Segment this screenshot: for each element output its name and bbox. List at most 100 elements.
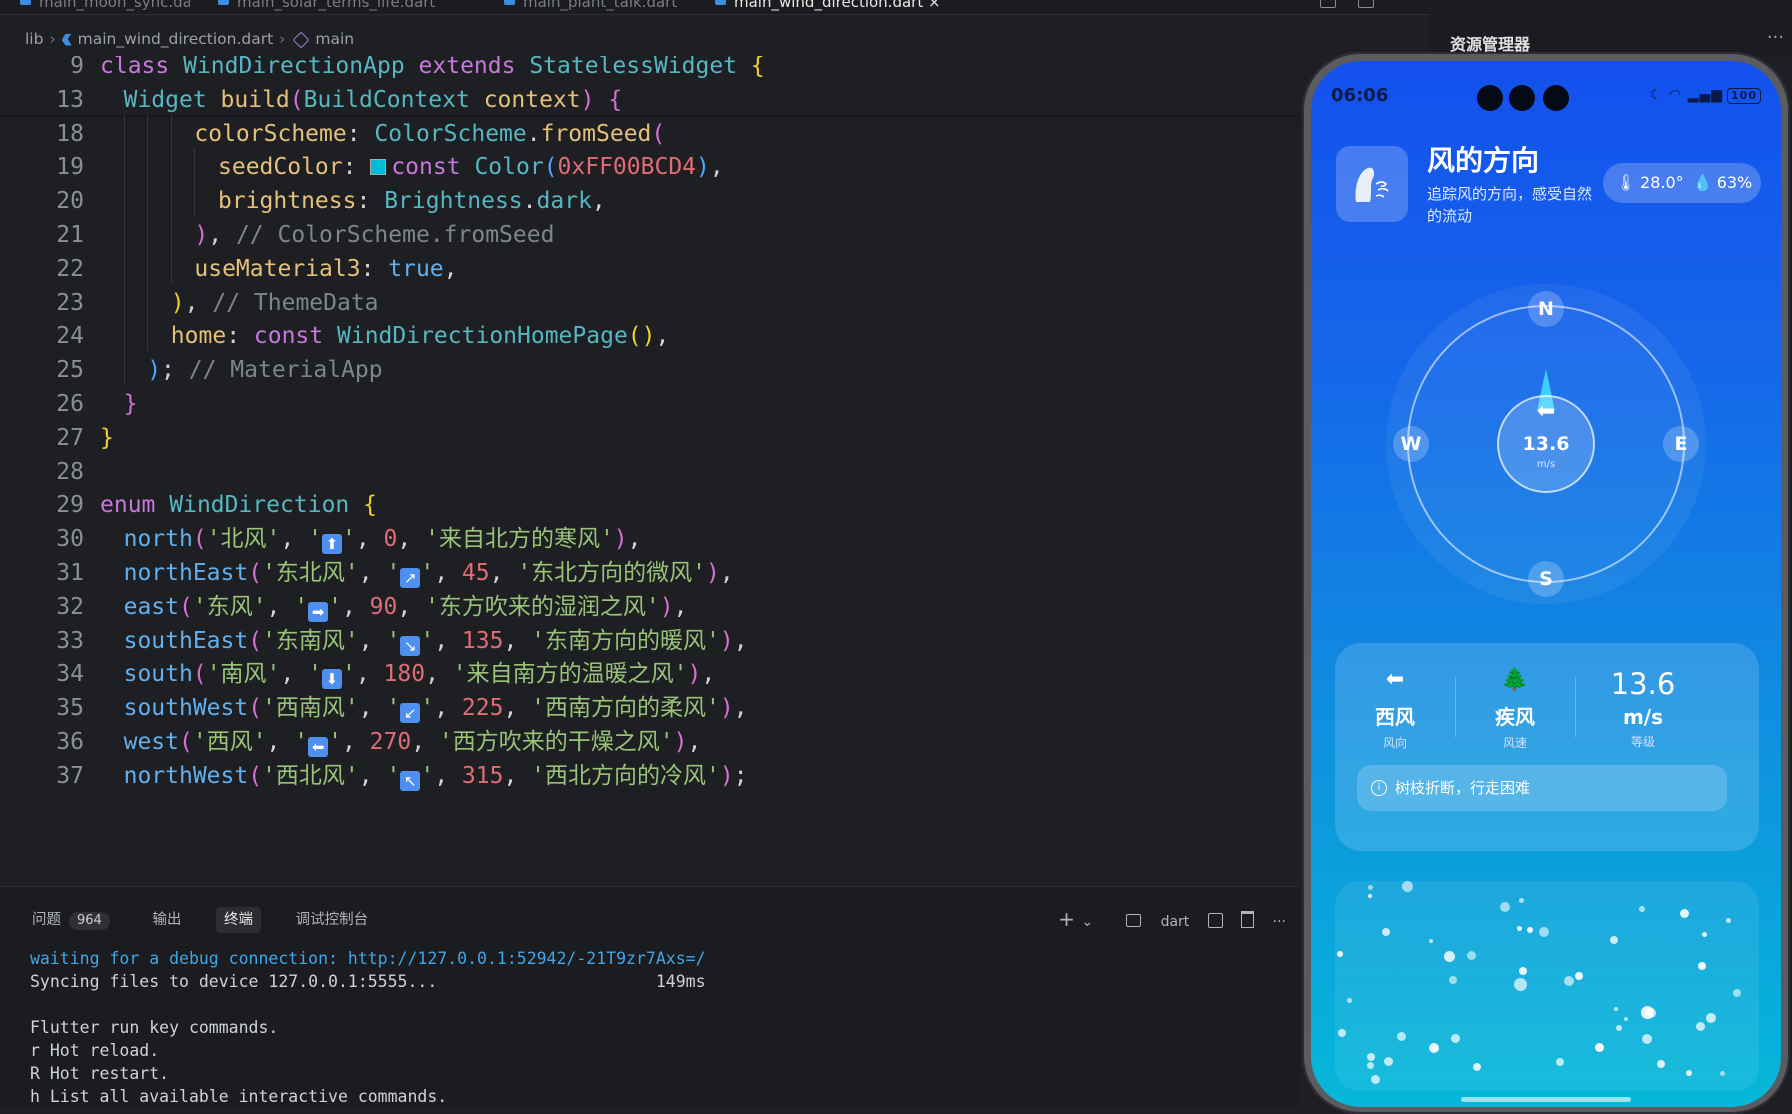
tab-main-solar-terms-life[interactable]: main_solar_terms_life.dart (218, 0, 468, 14)
tab-problems[interactable]: 问题 964 (24, 907, 118, 933)
symbol-method-icon (292, 31, 310, 48)
code-text: ); // MaterialApp (147, 357, 383, 384)
camera-icon (1543, 85, 1569, 111)
indent-guide (123, 351, 125, 385)
tab-output[interactable]: 输出 (144, 907, 189, 933)
code-text: colorScheme: ColorScheme.fromSeed( (194, 120, 666, 147)
particle (1595, 1043, 1604, 1052)
tree-icon: 🌲 (1501, 667, 1529, 692)
code-editor[interactable]: 9 class WindDirectionApp extends Stateles… (0, 56, 1300, 886)
indent-guide (170, 114, 172, 149)
editor-tab-bar: main_moon_sync.dart main_solar_terms_lif… (0, 0, 1430, 15)
particle (1639, 906, 1645, 912)
phone-screen[interactable]: 06:06 ☾ ◠ ▂▄▆ 100 风的方向 追踪风的方向，感受自然的流动 🌡 28… (1311, 61, 1781, 1107)
terminal-shell-selector[interactable]: dart (1112, 910, 1189, 934)
camera-icon (1477, 85, 1503, 111)
code-text: useMaterial3: true, (194, 255, 458, 282)
particle (1696, 1022, 1705, 1031)
line-number: 34 (56, 661, 84, 688)
code-text: northWest('西北风', ' ↖ ', 315, '西北方向的冷风'); (123, 762, 748, 791)
particle (1616, 1025, 1622, 1031)
particle (1624, 1017, 1628, 1021)
particle (1367, 1062, 1374, 1069)
stat-level: 13.6 m/s 等级 (1583, 667, 1703, 750)
indent-guide (147, 182, 149, 216)
line-number: 20 (56, 188, 84, 215)
indent-guide (170, 249, 172, 284)
particle (1444, 951, 1455, 962)
code-text: north('北风', ' ⬆ ', 0, '来自北方的寒风'), (123, 526, 642, 555)
line-number: 27 (56, 424, 84, 451)
particle (1519, 898, 1524, 903)
run-config-icon[interactable] (1320, 0, 1336, 8)
particle (1467, 951, 1476, 960)
panel-toolbar: + ⌄ dart ··· (1044, 907, 1286, 933)
particle (1733, 989, 1741, 997)
particle (1564, 976, 1574, 986)
terminal-line: Syncing files to device 127.0.0.1:5555..… (30, 972, 438, 991)
stat-level-number: 13.6 (1610, 667, 1676, 701)
bottom-panel: 问题 964 输出 终端 调试控制台 + ⌄ dart ··· waiting f… (0, 886, 1300, 1107)
chevron-down-icon[interactable]: ⌄ (1081, 910, 1093, 934)
code-text: enum WindDirection { (100, 492, 377, 519)
particle (1610, 936, 1618, 944)
stat-direction-value: 西风 (1375, 705, 1415, 729)
breadcrumb-symbol[interactable]: main (315, 30, 354, 48)
compass-south: S (1528, 561, 1564, 597)
indent-guide (170, 182, 172, 216)
indent-guide (123, 148, 125, 183)
dart-file-icon (715, 0, 726, 5)
compass-unit: m/s (1536, 459, 1556, 470)
terminal-debug-link[interactable]: waiting for a debug connection: http://1… (30, 949, 706, 968)
status-bar: 06:06 ☾ ◠ ▂▄▆ 100 (1311, 85, 1781, 111)
tab-debug-console[interactable]: 调试控制台 (288, 907, 377, 933)
code-text: northEast('东北风', ' ↗ ', 45, '东北方向的微风'), (123, 560, 734, 588)
stat-speed-level: 🌲 疾风 风速 (1455, 667, 1575, 751)
chevron-right-icon: › (49, 30, 56, 48)
particle (1367, 1053, 1375, 1061)
explorer-more-icon[interactable]: ··· (1767, 27, 1784, 48)
particle (1337, 951, 1343, 957)
home-indicator[interactable] (1461, 1097, 1631, 1102)
particle (1642, 1034, 1652, 1044)
particle (1429, 1043, 1439, 1053)
tab-close-icon[interactable]: × (928, 0, 941, 11)
particle (1726, 918, 1731, 923)
indent-guide (194, 182, 196, 216)
tab-main-wind-direction[interactable]: main_wind_direction.dart × (715, 0, 945, 14)
divider (1575, 677, 1576, 737)
wifi-icon: ◠ (1669, 87, 1683, 103)
panel-tabs: 问题 964 输出 终端 调试控制台 (24, 907, 398, 933)
tab-terminal[interactable]: 终端 (216, 907, 262, 933)
compass-east: E (1663, 426, 1699, 462)
particle (1702, 932, 1707, 937)
breadcrumb-lib[interactable]: lib (25, 30, 43, 48)
terminal-line: r Hot reload. (30, 1041, 160, 1060)
line-number: 18 (56, 120, 84, 147)
new-terminal-icon[interactable]: + (1058, 907, 1075, 931)
tab-main-plant-talk[interactable]: main_plant_talk.dart (504, 0, 694, 14)
particle (1382, 928, 1390, 936)
terminal-output[interactable]: waiting for a debug connection: http://1… (30, 947, 706, 1108)
trash-icon[interactable] (1241, 911, 1255, 928)
line-number: 28 (56, 458, 84, 485)
particle (1720, 1071, 1725, 1076)
particle (1686, 1070, 1692, 1076)
particle (1614, 1007, 1618, 1011)
indent-guide (123, 216, 125, 250)
more-actions-icon[interactable]: ··· (1273, 910, 1286, 934)
stat-level-label: 等级 (1630, 735, 1655, 749)
indent-guide (123, 283, 125, 318)
split-terminal-icon[interactable] (1207, 913, 1223, 928)
line-number: 25 (56, 357, 84, 384)
line-number: 36 (56, 729, 84, 755)
particle (1641, 1006, 1654, 1019)
split-editor-icon[interactable] (1358, 0, 1374, 8)
tab-main-moon-sync[interactable]: main_moon_sync.dart (20, 0, 190, 14)
breadcrumb-file[interactable]: main_wind_direction.dart (78, 30, 274, 48)
wind-stats-card: ⬅ 西风 风向 🌲 疾风 风速 13.6 m/s 等级 i 树枝折断，行走困难 (1335, 643, 1759, 851)
code-text: seedColor: const Color(0xFF00BCD4), (218, 154, 724, 181)
stat-speed-value: 疾风 (1495, 705, 1535, 729)
phone-emulator: 06:06 ☾ ◠ ▂▄▆ 100 风的方向 追踪风的方向，感受自然的流动 🌡 28… (1302, 52, 1790, 1114)
app-logo (1336, 146, 1408, 222)
